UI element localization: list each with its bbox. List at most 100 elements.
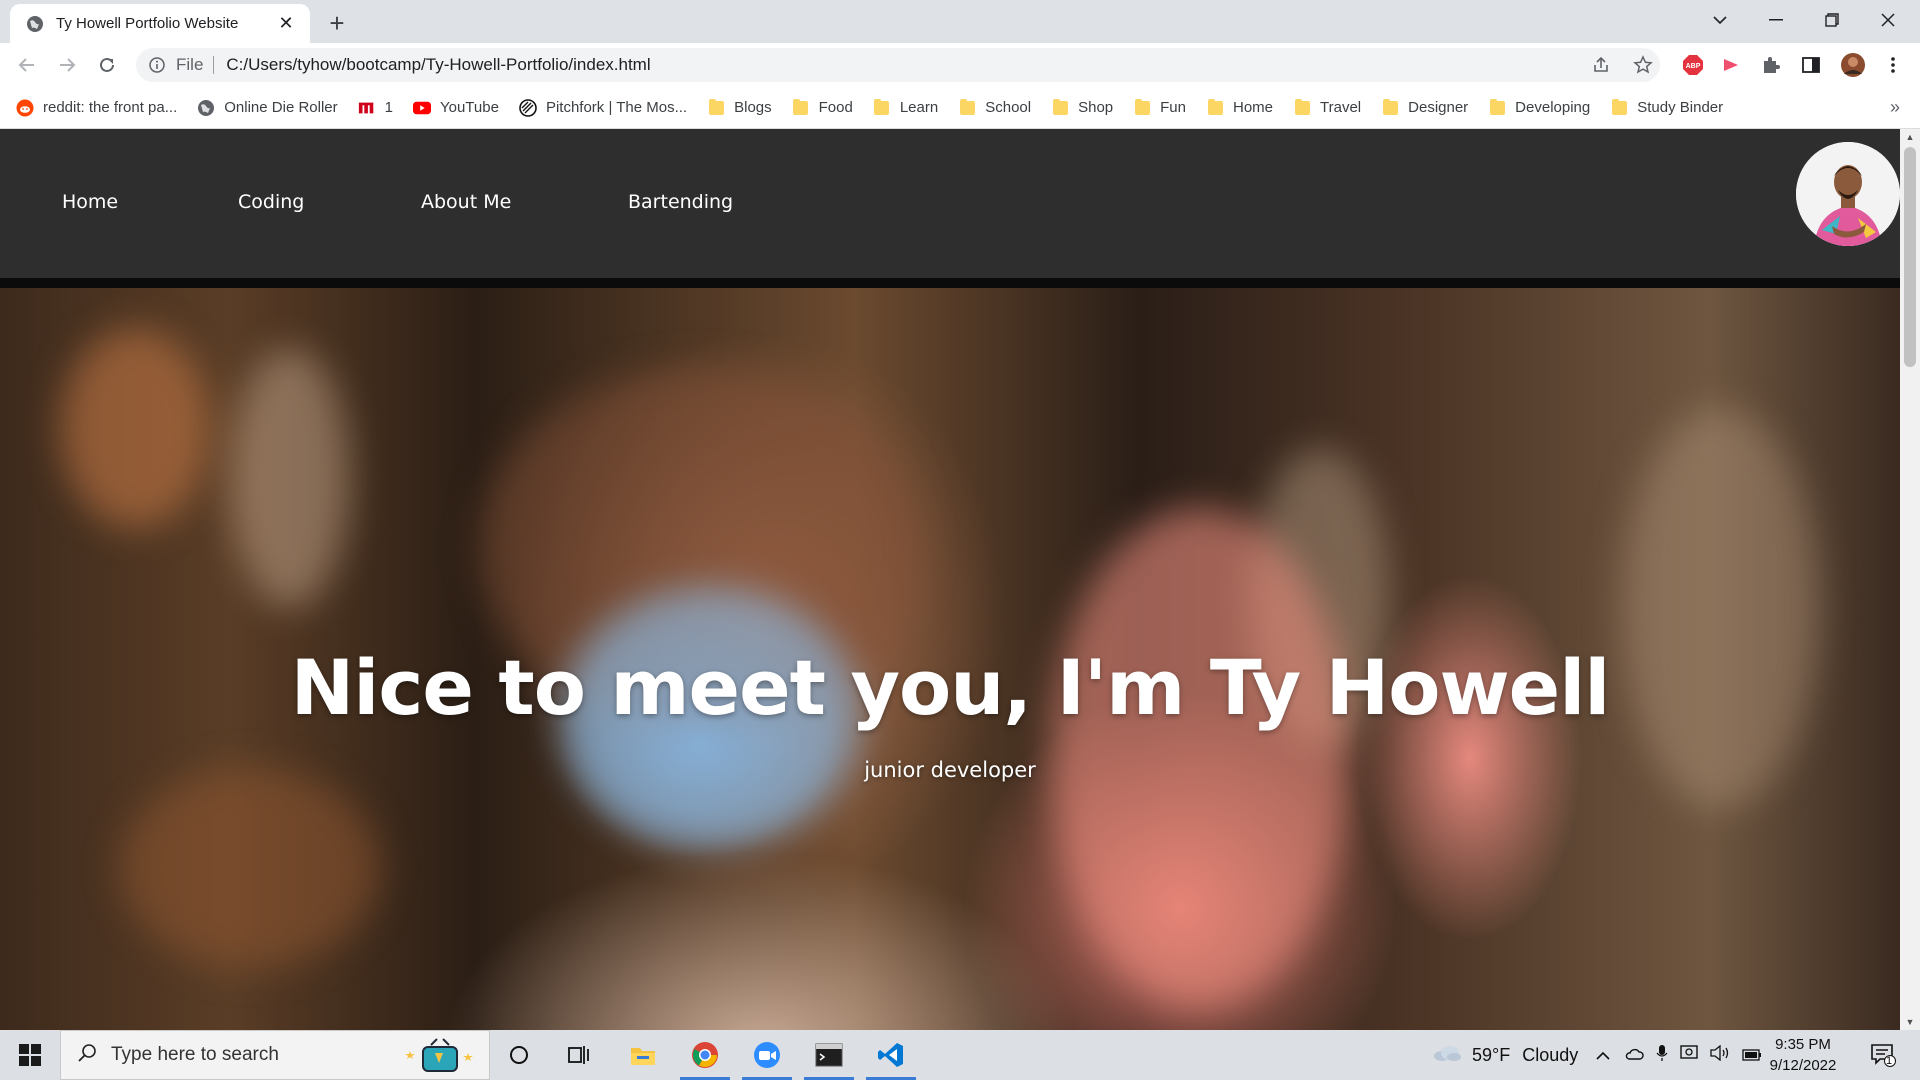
clock-time: 9:35 PM [1775,1036,1831,1053]
search-icon [77,1043,97,1068]
weather-description: Cloudy [1522,1044,1579,1065]
scroll-thumb[interactable] [1904,147,1916,367]
more-bookmarks-chevron-icon[interactable]: » [1890,97,1900,118]
bookmark-folder-study-binder[interactable]: Study Binder [1610,98,1724,117]
folder-icon [792,98,810,117]
tab-strip: Ty Howell Portfolio Website ✕ + [0,0,1920,43]
svg-text:ABP: ABP [1686,63,1701,70]
zoom-taskbar-icon[interactable] [738,1030,796,1080]
show-hidden-icons-chevron-icon[interactable] [1596,1045,1610,1066]
taskbar-search[interactable]: Type here to search [60,1030,490,1080]
bookmark-folder-school[interactable]: School [958,98,1032,117]
bookmark-label: Pitchfork | The Mos... [545,99,688,116]
side-panel-icon[interactable] [1798,52,1824,78]
bookmark-youtube[interactable]: YouTube [412,99,499,117]
start-button[interactable] [0,1030,60,1080]
nav-link-about-me[interactable]: About Me [421,191,511,213]
reddit-icon [16,99,34,117]
url-text[interactable]: C:/Users/tyhow/bootcamp/Ty-Howell-Portfo… [226,55,650,75]
task-view-icon[interactable] [550,1030,608,1080]
address-bar[interactable]: File C:/Users/tyhow/bootcamp/Ty-Howell-P… [136,48,1660,82]
notification-center-icon[interactable]: 1 [1858,1030,1908,1080]
browser-menu-icon[interactable] [1880,52,1906,78]
profile-avatar[interactable] [1796,142,1900,246]
bookmark-reddit[interactable]: reddit: the front pa... [16,99,177,117]
share-icon[interactable] [1588,52,1614,78]
bokeh-light [60,328,210,528]
folder-icon [958,98,976,117]
reload-icon[interactable] [92,50,122,80]
folder-icon [873,98,891,117]
bookmark-folder-fun[interactable]: Fun [1133,98,1186,117]
tab-search-icon[interactable] [1692,0,1748,40]
restore-button[interactable] [1804,0,1860,40]
profile-avatar-icon[interactable] [1840,52,1866,78]
bookmark-label: Shop [1078,99,1114,116]
info-icon[interactable] [148,56,166,74]
scroll-up-arrow-icon[interactable]: ▲ [1900,129,1920,145]
onedrive-cloud-icon[interactable] [1624,1045,1644,1066]
bookmark-folder-developing[interactable]: Developing [1488,98,1591,117]
bookmark-pitchfork[interactable]: Pitchfork | The Mos... [519,98,688,117]
bookmark-folder-food[interactable]: Food [792,98,853,117]
cast-extension-icon[interactable] [1718,52,1744,78]
browser-tab[interactable]: Ty Howell Portfolio Website ✕ [10,4,310,43]
extensions-puzzle-icon[interactable] [1758,52,1784,78]
folder-icon [1610,98,1628,117]
bookmark-folder-blogs[interactable]: Blogs [707,98,772,117]
url-scheme: File [176,55,204,74]
bookmark-star-icon[interactable] [1630,52,1656,78]
site-navbar: Home Coding About Me Bartending [0,129,1900,278]
battery-icon[interactable] [1742,1045,1762,1066]
bookmark-label: School [985,99,1032,116]
volume-icon[interactable] [1710,1044,1730,1066]
file-explorer-icon[interactable] [614,1030,672,1080]
bookmark-label: Study Binder [1637,99,1724,116]
folder-icon [1133,98,1151,117]
forward-arrow-icon[interactable] [52,50,82,80]
close-window-button[interactable] [1860,0,1916,40]
weather-temperature: 59°F [1472,1044,1511,1065]
meet-now-icon[interactable] [1680,1044,1698,1067]
folder-icon [1381,98,1399,117]
nav-link-bartending[interactable]: Bartending [628,191,733,213]
terminal-taskbar-icon[interactable] [800,1030,858,1080]
bookmarks-bar: reddit: the front pa... Online Die Rolle… [0,87,1920,129]
minimize-button[interactable] [1748,0,1804,40]
bookmark-label: 1 [384,99,393,116]
taskbar-clock[interactable]: 9:35 PM 9/12/2022 [1760,1034,1846,1076]
nav-link-home[interactable]: Home [62,191,118,213]
page-scrollbar[interactable]: ▲ ▼ [1900,129,1920,1030]
nav-link-coding[interactable]: Coding [238,191,304,213]
bookmark-folder-learn[interactable]: Learn [873,98,938,117]
navbar-divider [0,278,1900,288]
folder-icon [1293,98,1311,117]
folder-icon [1206,98,1224,117]
chrome-taskbar-icon[interactable] [676,1030,734,1080]
scroll-down-arrow-icon[interactable]: ▼ [1900,1014,1920,1030]
windows-taskbar: Type here to search 59°F Cloudy 9:35 PM … [0,1030,1920,1080]
close-tab-icon[interactable]: ✕ [276,13,296,34]
search-highlight-icon [401,1037,481,1080]
bookmark-label: Blogs [734,99,772,116]
bookmark-medium[interactable]: 1 [358,99,393,117]
new-tab-button[interactable]: + [322,8,352,38]
system-tray [1596,1030,1762,1080]
adblock-icon[interactable]: ABP [1680,52,1706,78]
cortana-icon[interactable] [490,1030,548,1080]
bokeh-light [120,768,380,968]
bookmark-label: YouTube [439,99,499,116]
bookmark-folder-shop[interactable]: Shop [1051,98,1114,117]
bookmark-folder-home[interactable]: Home [1206,98,1274,117]
bookmark-folder-travel[interactable]: Travel [1293,98,1361,117]
bookmark-online-die-roller[interactable]: Online Die Roller [197,99,338,117]
vscode-taskbar-icon[interactable] [862,1030,920,1080]
bookmark-label: reddit: the front pa... [43,99,178,116]
bookmark-label: Home [1233,99,1274,116]
microphone-icon[interactable] [1656,1044,1668,1067]
bookmark-label: Developing [1515,99,1591,116]
bookmark-folder-designer[interactable]: Designer [1381,98,1468,117]
weather-widget[interactable]: 59°F Cloudy [1432,1030,1578,1080]
hero-subtitle: junior developer [864,758,1036,782]
back-arrow-icon[interactable] [12,50,42,80]
